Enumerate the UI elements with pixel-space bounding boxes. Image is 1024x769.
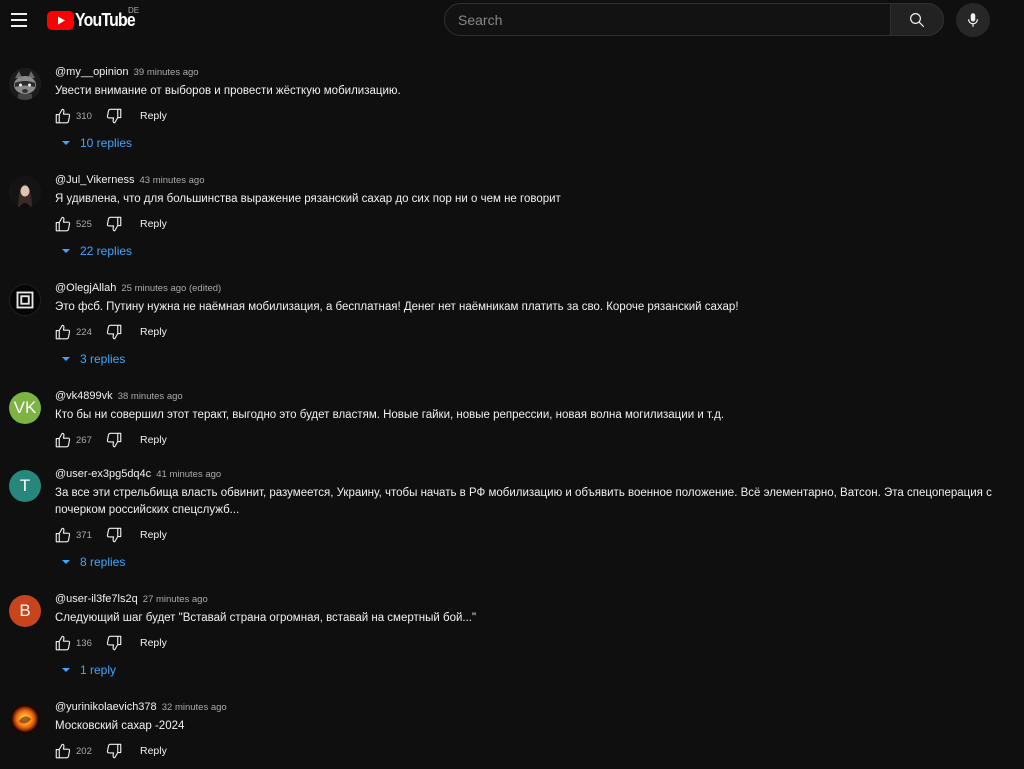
raccoon-avatar-icon[interactable] (9, 68, 41, 100)
reply-button[interactable]: Reply (140, 745, 167, 757)
letter-avatar-icon[interactable]: T (9, 470, 41, 502)
comment-text: Следующий шаг будет "Вставай страна огро… (55, 612, 477, 624)
reply-button[interactable]: Reply (140, 326, 167, 338)
comment-actions: 136 Reply (54, 634, 167, 652)
comment-text: За все эти стрельбища власть обвинит, ра… (55, 487, 992, 516)
replies-count: 8 replies (80, 555, 126, 569)
caret-down-icon (62, 560, 70, 564)
portrait-avatar-icon[interactable] (9, 176, 41, 208)
comment-actions: 224 Reply (54, 323, 167, 341)
like-icon[interactable] (54, 742, 72, 760)
like-count: 202 (76, 745, 92, 757)
view-replies-button[interactable]: 22 replies (59, 244, 132, 258)
view-replies-button[interactable]: 10 replies (59, 136, 132, 150)
avatar-letter: T (19, 476, 31, 495)
search-box (444, 3, 891, 36)
avatar-letter: VK (13, 398, 37, 417)
logo-text: YouTube (75, 9, 136, 30)
reply-button[interactable]: Reply (140, 110, 167, 122)
comment-actions: 371 Reply (54, 526, 167, 544)
comment-actions: 202 Reply (54, 742, 167, 760)
dislike-icon[interactable] (105, 526, 123, 544)
replies-count: 10 replies (80, 136, 133, 150)
like-count: 224 (76, 326, 92, 338)
reply-button[interactable]: Reply (140, 218, 167, 230)
dislike-icon[interactable] (105, 742, 123, 760)
view-replies-button[interactable]: 3 replies (59, 352, 125, 366)
search-icon (910, 12, 925, 27)
replies-count: 1 reply (80, 663, 117, 677)
square-logo-avatar-icon[interactable] (9, 284, 41, 316)
letter-avatar-icon[interactable]: VK (9, 392, 41, 424)
dislike-icon[interactable] (105, 431, 123, 449)
youtube-play-icon (47, 10, 74, 30)
author-name[interactable]: @my__opinion (55, 66, 129, 78)
comment-header: @user-il3fe7ls2q 27 minutes ago (55, 593, 208, 605)
dislike-icon[interactable] (105, 107, 123, 125)
comment-text: Кто бы ни совершил этот теракт, выгодно … (55, 409, 725, 421)
voice-search-button[interactable] (956, 3, 990, 37)
like-count: 371 (76, 529, 92, 541)
comment-text: Это фсб. Путину нужна не наёмная мобилиз… (55, 301, 739, 313)
search-input[interactable] (445, 4, 890, 35)
reply-button[interactable]: Reply (140, 529, 167, 541)
comment-header: @my__opinion 39 minutes ago (55, 66, 199, 78)
like-icon[interactable] (54, 107, 72, 125)
author-name[interactable]: @yurinikolaevich378 (55, 701, 157, 713)
published-time[interactable]: 32 minutes ago (162, 702, 227, 713)
author-name[interactable]: @OlegjAllah (55, 282, 116, 294)
author-name[interactable]: @user-il3fe7ls2q (55, 593, 138, 605)
comment-header: @Jul_Vikerness 43 minutes ago (55, 174, 204, 186)
like-count: 136 (76, 637, 92, 649)
comment-actions: 310 Reply (54, 107, 167, 125)
like-icon[interactable] (54, 634, 72, 652)
dislike-icon[interactable] (105, 323, 123, 341)
caret-down-icon (62, 141, 70, 145)
comment-text: Я удивлена, что для большинства выражени… (55, 193, 561, 205)
published-time[interactable]: 27 minutes ago (143, 594, 208, 605)
author-name[interactable]: @vk4899vk (55, 390, 113, 402)
dislike-icon[interactable] (105, 634, 123, 652)
comment-text: Увести внимание от выборов и провести жё… (55, 85, 401, 97)
guide-menu-icon[interactable] (8, 6, 30, 34)
caret-down-icon (62, 668, 70, 672)
author-name[interactable]: @Jul_Vikerness (55, 174, 134, 186)
comment-text: Московский сахар -2024 (55, 720, 185, 732)
view-replies-button[interactable]: 8 replies (59, 555, 125, 569)
replies-count: 3 replies (80, 352, 126, 366)
microphone-icon (967, 13, 979, 27)
reply-button[interactable]: Reply (140, 434, 167, 446)
comment-header: @OlegjAllah 25 minutes ago (edited) (55, 282, 221, 294)
reply-button[interactable]: Reply (140, 637, 167, 649)
caret-down-icon (62, 249, 70, 253)
fireball-avatar-icon[interactable] (9, 703, 41, 735)
published-time[interactable]: 39 minutes ago (134, 67, 199, 78)
view-replies-button[interactable]: 1 reply (59, 663, 116, 677)
published-time[interactable]: 41 minutes ago (156, 469, 221, 480)
masthead: YouTube DE (0, 0, 1024, 40)
like-count: 267 (76, 434, 92, 446)
published-time[interactable]: 38 minutes ago (118, 391, 183, 402)
comment-actions: 267 Reply (54, 431, 167, 449)
like-count: 310 (76, 110, 92, 122)
letter-avatar-icon[interactable]: B (9, 595, 41, 627)
comment-header: @user-ex3pg5dq4c 41 minutes ago (55, 468, 221, 480)
published-time[interactable]: 25 minutes ago (edited) (121, 283, 221, 294)
like-icon[interactable] (54, 526, 72, 544)
like-count: 525 (76, 218, 92, 230)
avatar-letter: B (19, 601, 31, 620)
author-name[interactable]: @user-ex3pg5dq4c (55, 468, 151, 480)
comment-header: @yurinikolaevich378 32 minutes ago (55, 701, 227, 713)
comment-header: @vk4899vk 38 minutes ago (55, 390, 183, 402)
like-icon[interactable] (54, 323, 72, 341)
like-icon[interactable] (54, 431, 72, 449)
like-icon[interactable] (54, 215, 72, 233)
dislike-icon[interactable] (105, 215, 123, 233)
search-button[interactable] (890, 3, 944, 36)
comment-actions: 525 Reply (54, 215, 167, 233)
caret-down-icon (62, 357, 70, 361)
published-time[interactable]: 43 minutes ago (140, 175, 205, 186)
replies-count: 22 replies (80, 244, 133, 258)
country-code: DE (128, 6, 140, 15)
